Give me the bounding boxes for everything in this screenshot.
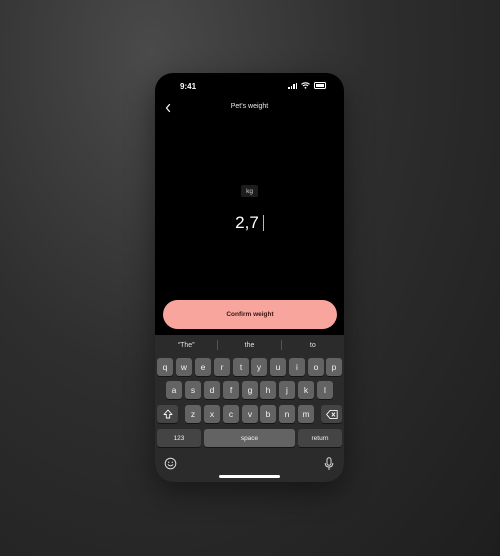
text-cursor [262, 215, 264, 231]
key-g[interactable]: g [242, 381, 258, 399]
key-c[interactable]: c [223, 405, 239, 423]
battery-icon [314, 82, 326, 89]
key-l[interactable]: l [317, 381, 333, 399]
key-z[interactable]: z [185, 405, 201, 423]
nav-bar: Pet's weight [155, 99, 344, 115]
keyboard: “The” the to q w e r t y u i o p a s d f… [155, 335, 344, 482]
key-f[interactable]: f [223, 381, 239, 399]
key-y[interactable]: y [251, 358, 267, 376]
suggestion-item[interactable]: “The” [155, 342, 217, 349]
microphone-icon[interactable] [324, 457, 334, 471]
confirm-weight-button[interactable]: Confirm weight [163, 300, 337, 329]
key-q[interactable]: q [157, 358, 173, 376]
key-x[interactable]: x [204, 405, 220, 423]
key-j[interactable]: j [279, 381, 295, 399]
key-a[interactable]: a [166, 381, 182, 399]
key-d[interactable]: d [204, 381, 220, 399]
key-w[interactable]: w [176, 358, 192, 376]
key-e[interactable]: e [195, 358, 211, 376]
key-u[interactable]: u [270, 358, 286, 376]
key-k[interactable]: k [298, 381, 314, 399]
weight-value: 2,7 [235, 213, 259, 232]
page-title: Pet's weight [230, 103, 269, 110]
key-m[interactable]: m [298, 405, 314, 423]
numbers-key[interactable]: 123 [157, 429, 201, 447]
shift-key[interactable] [157, 405, 178, 423]
status-time: 9:41 [180, 82, 197, 91]
key-b[interactable]: b [260, 405, 276, 423]
emoji-icon[interactable] [164, 457, 177, 470]
space-key[interactable]: space [204, 429, 295, 447]
key-t[interactable]: t [233, 358, 249, 376]
key-v[interactable]: v [242, 405, 258, 423]
suggestion-item[interactable]: to [282, 342, 344, 349]
backspace-icon [325, 409, 338, 419]
key-s[interactable]: s [185, 381, 201, 399]
shift-arrow-icon [163, 409, 172, 419]
status-icons [288, 82, 326, 89]
key-p[interactable]: p [326, 358, 342, 376]
phone-screen: 9:41 Pet's weight kg 2,7 Confirm weight … [155, 73, 344, 482]
key-n[interactable]: n [279, 405, 295, 423]
key-r[interactable]: r [214, 358, 230, 376]
suggestion-item[interactable]: the [218, 342, 280, 349]
key-o[interactable]: o [308, 358, 324, 376]
suggestion-bar: “The” the to [155, 335, 344, 355]
unit-toggle[interactable]: kg [241, 185, 258, 197]
delete-key[interactable] [321, 405, 342, 423]
home-indicator [219, 475, 280, 478]
key-i[interactable]: i [289, 358, 305, 376]
return-key[interactable]: return [298, 429, 342, 447]
weight-input[interactable]: 2,7 [155, 212, 344, 234]
signal-icon [288, 82, 297, 89]
key-h[interactable]: h [260, 381, 276, 399]
wifi-icon [301, 82, 310, 89]
status-bar: 9:41 [155, 73, 344, 99]
